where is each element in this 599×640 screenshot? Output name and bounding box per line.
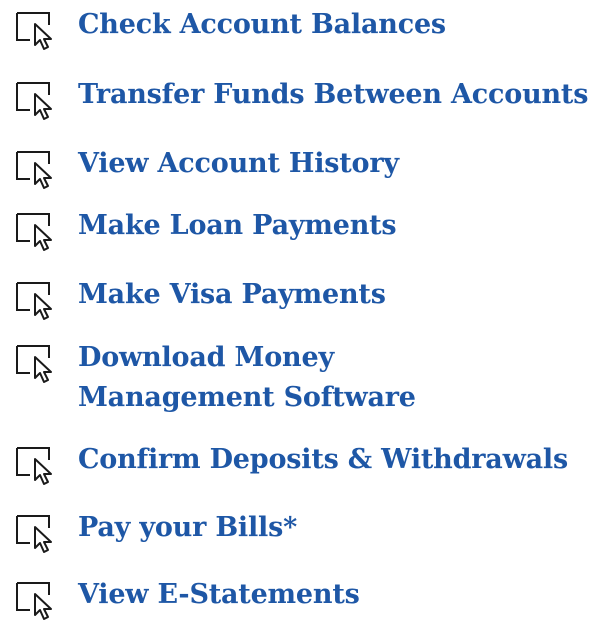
mouse-pointer-cursor-icon bbox=[16, 82, 64, 126]
mouse-pointer-cursor-icon bbox=[16, 345, 64, 389]
mouse-pointer-cursor-icon bbox=[16, 282, 64, 326]
mouse-pointer-cursor-icon bbox=[16, 515, 64, 559]
feature-label: Check Account Balances bbox=[78, 9, 446, 40]
feature-label: Make Loan Payments bbox=[78, 210, 397, 241]
feature-label: View Account History bbox=[78, 148, 399, 179]
feature-label: Transfer Funds Between Accounts bbox=[78, 79, 589, 110]
feature-label: Confirm Deposits & Withdrawals bbox=[78, 444, 568, 475]
mouse-pointer-cursor-icon bbox=[16, 213, 64, 257]
mouse-pointer-cursor-icon bbox=[16, 12, 64, 56]
feature-label: View E-Statements bbox=[78, 579, 360, 610]
mouse-pointer-cursor-icon bbox=[16, 447, 64, 491]
mouse-pointer-cursor-icon bbox=[16, 151, 64, 195]
online-banking-feature-list: Check Account Balances Transfer Funds Be… bbox=[0, 0, 599, 640]
feature-label: Download Money Management Software bbox=[78, 342, 416, 413]
feature-label: Pay your Bills* bbox=[78, 512, 298, 543]
feature-label: Make Visa Payments bbox=[78, 279, 386, 310]
mouse-pointer-cursor-icon bbox=[16, 582, 64, 626]
